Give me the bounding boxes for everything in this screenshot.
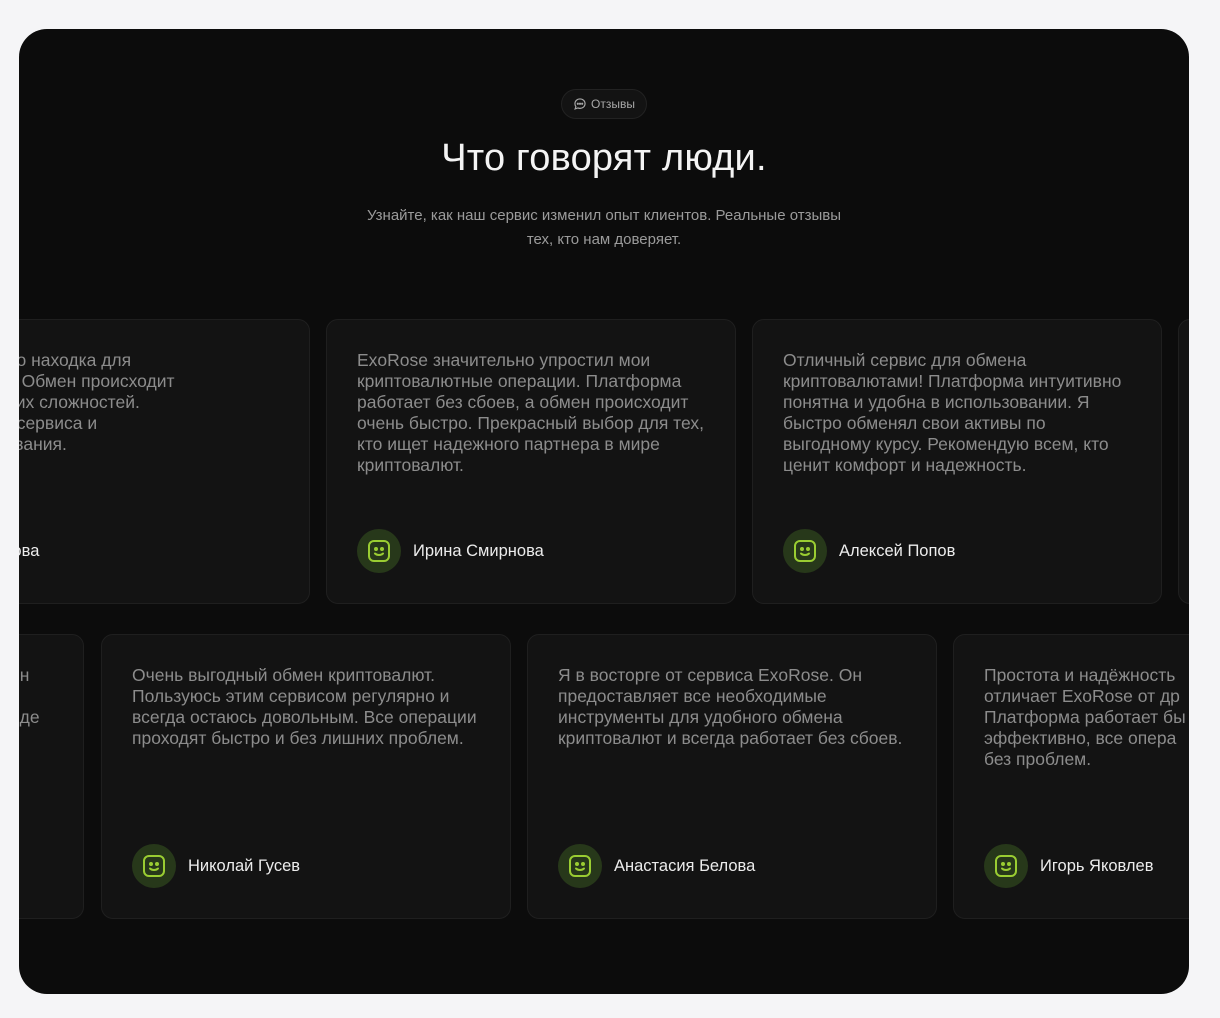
testimonials-section: Отзывы Что говорят люди. Узнайте, как на… <box>19 29 1189 994</box>
smiley-face-icon <box>368 540 390 562</box>
author-name: Анастасия Белова <box>614 856 756 875</box>
testimonial-author: ия Фёдорова <box>19 529 39 573</box>
testimonial-author: Ирина Смирнова <box>357 529 544 573</box>
smiley-face-icon <box>569 855 591 877</box>
smiley-face-icon <box>794 540 816 562</box>
testimonial-card: Отличный сервис для обмена криптовалютам… <box>752 319 1162 604</box>
avatar <box>984 844 1028 888</box>
testimonial-author: Игорь Яковлев <box>984 844 1154 888</box>
smiley-face-icon <box>995 855 1017 877</box>
testimonial-card-partial <box>1178 319 1189 604</box>
testimonial-text: Отличный сервис для обмена криптовалютам… <box>783 350 1122 475</box>
author-name: Николай Гусев <box>188 856 301 875</box>
testimonial-text: Я в восторге от сервиса ExoRose. Он пред… <box>558 665 903 748</box>
author-name: ия Фёдорова <box>19 541 40 560</box>
badge-label: Отзывы <box>591 97 635 111</box>
testimonial-card: Простота и надёжность отличает ExoRose о… <box>953 634 1189 919</box>
testimonial-author: Алексей Попов <box>783 529 955 573</box>
chat-bubble-icon <box>574 98 586 110</box>
testimonial-card: Я в восторге от сервиса ExoRose. Он пред… <box>527 634 937 919</box>
avatar <box>783 529 827 573</box>
testimonial-author: Николай Гусев <box>132 844 300 888</box>
avatar <box>132 844 176 888</box>
author-name: Алексей Попов <box>839 541 956 560</box>
section-badge: Отзывы <box>561 89 647 119</box>
testimonial-card: Очень выгодный обмен криптовалют. Пользу… <box>101 634 511 919</box>
page-subtitle: Узнайте, как наш сервис изменил опыт кли… <box>366 207 842 248</box>
avatar <box>558 844 602 888</box>
page-title: Что говорят люди. <box>441 137 767 179</box>
testimonial-author: Анастасия Белова <box>558 844 755 888</box>
author-name: Ирина Смирнова <box>413 541 544 560</box>
author-name: Игорь Яковлев <box>1040 856 1154 875</box>
avatar <box>357 529 401 573</box>
testimonial-text: это просто находка для узиастов! Обмен п… <box>19 350 175 454</box>
testimonial-text: Очень выгодный обмен криптовалют. Пользу… <box>132 665 477 748</box>
testimonial-text: ен нде <box>19 665 40 727</box>
testimonial-card: ен нде <box>19 634 84 919</box>
smiley-face-icon <box>143 855 165 877</box>
testimonial-text: ExoRose значительно упростил мои криптов… <box>357 350 704 475</box>
testimonial-card: это просто находка для узиастов! Обмен п… <box>19 319 310 604</box>
testimonial-text: Простота и надёжность отличает ExoRose о… <box>984 665 1186 769</box>
testimonial-card: ExoRose значительно упростил мои криптов… <box>326 319 736 604</box>
